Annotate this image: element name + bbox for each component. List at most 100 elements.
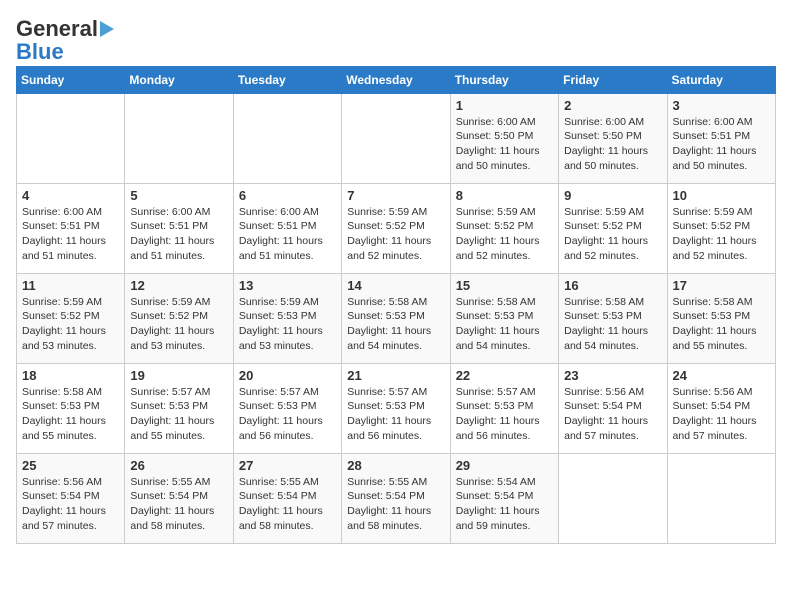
calendar-week-row: 4 Sunrise: 6:00 AM Sunset: 5:51 PM Daylig… — [17, 183, 776, 273]
day-number: 24 — [673, 368, 770, 383]
calendar-table: SundayMondayTuesdayWednesdayThursdayFrid… — [16, 66, 776, 544]
calendar-cell: 17Sunrise: 5:58 AM Sunset: 5:53 PM Dayli… — [667, 273, 775, 363]
calendar-cell: 27 Sunrise: 5:55 AM Sunset: 5:54 PM Dayli… — [233, 453, 341, 543]
calendar-cell: 26 Sunrise: 5:55 AM Sunset: 5:54 PM Dayli… — [125, 453, 233, 543]
calendar-cell: 2 Sunrise: 6:00 AM Sunset: 5:50 PM Daylig… — [559, 93, 667, 183]
calendar-cell — [233, 93, 341, 183]
day-number: 15 — [456, 278, 553, 293]
day-number: 4 — [22, 188, 119, 203]
day-detail: Sunrise: 5:58 AM Sunset: 5:53 PM Dayligh… — [673, 295, 770, 354]
day-number: 1 — [456, 98, 553, 113]
calendar-cell — [667, 453, 775, 543]
day-number: 3 — [673, 98, 770, 113]
calendar-cell: 7 Sunrise: 5:59 AM Sunset: 5:52 PM Daylig… — [342, 183, 450, 273]
calendar-cell — [17, 93, 125, 183]
day-number: 29 — [456, 458, 553, 473]
calendar-cell: 5 Sunrise: 6:00 AM Sunset: 5:51 PM Daylig… — [125, 183, 233, 273]
calendar-cell: 10 Sunrise: 5:59 AM Sunset: 5:52 PM Dayli… — [667, 183, 775, 273]
day-detail: Sunrise: 5:55 AM Sunset: 5:54 PM Dayligh… — [347, 475, 444, 534]
logo-arrow-icon — [100, 21, 114, 37]
calendar-cell: 3 Sunrise: 6:00 AM Sunset: 5:51 PM Daylig… — [667, 93, 775, 183]
day-number: 9 — [564, 188, 661, 203]
calendar-cell: 9 Sunrise: 5:59 AM Sunset: 5:52 PM Daylig… — [559, 183, 667, 273]
logo-blue: Blue — [16, 42, 64, 62]
calendar-cell: 13Sunrise: 5:59 AM Sunset: 5:53 PM Dayli… — [233, 273, 341, 363]
day-number: 11 — [22, 278, 119, 293]
calendar-cell: 8 Sunrise: 5:59 AM Sunset: 5:52 PM Daylig… — [450, 183, 558, 273]
page-header: General Blue — [16, 16, 776, 62]
calendar-cell: 22 Sunrise: 5:57 AM Sunset: 5:53 PM Dayli… — [450, 363, 558, 453]
day-number: 22 — [456, 368, 553, 383]
day-detail: Sunrise: 5:57 AM Sunset: 5:53 PM Dayligh… — [456, 385, 553, 444]
calendar-cell — [125, 93, 233, 183]
day-detail: Sunrise: 6:00 AM Sunset: 5:51 PM Dayligh… — [239, 205, 336, 264]
column-header-tuesday: Tuesday — [233, 66, 341, 93]
day-number: 26 — [130, 458, 227, 473]
day-number: 8 — [456, 188, 553, 203]
day-detail: Sunrise: 5:59 AM Sunset: 5:53 PM Dayligh… — [239, 295, 336, 354]
day-detail: Sunrise: 6:00 AM Sunset: 5:51 PM Dayligh… — [673, 115, 770, 174]
calendar-week-row: 1 Sunrise: 6:00 AM Sunset: 5:50 PM Daylig… — [17, 93, 776, 183]
calendar-cell: 20 Sunrise: 5:57 AM Sunset: 5:53 PM Dayli… — [233, 363, 341, 453]
day-number: 18 — [22, 368, 119, 383]
day-detail: Sunrise: 5:59 AM Sunset: 5:52 PM Dayligh… — [456, 205, 553, 264]
day-number: 7 — [347, 188, 444, 203]
calendar-week-row: 18 Sunrise: 5:58 AM Sunset: 5:53 PM Dayli… — [17, 363, 776, 453]
day-number: 6 — [239, 188, 336, 203]
day-detail: Sunrise: 5:57 AM Sunset: 5:53 PM Dayligh… — [347, 385, 444, 444]
day-number: 23 — [564, 368, 661, 383]
calendar-cell: 29 Sunrise: 5:54 AM Sunset: 5:54 PM Dayli… — [450, 453, 558, 543]
day-detail: Sunrise: 5:59 AM Sunset: 5:52 PM Dayligh… — [347, 205, 444, 264]
day-detail: Sunrise: 5:57 AM Sunset: 5:53 PM Dayligh… — [130, 385, 227, 444]
calendar-cell: 1 Sunrise: 6:00 AM Sunset: 5:50 PM Daylig… — [450, 93, 558, 183]
calendar-cell: 4Sunrise: 6:00 AM Sunset: 5:51 PM Daylig… — [17, 183, 125, 273]
day-detail: Sunrise: 6:00 AM Sunset: 5:50 PM Dayligh… — [456, 115, 553, 174]
calendar-cell: 28 Sunrise: 5:55 AM Sunset: 5:54 PM Dayli… — [342, 453, 450, 543]
day-number: 20 — [239, 368, 336, 383]
day-detail: Sunrise: 5:56 AM Sunset: 5:54 PM Dayligh… — [22, 475, 119, 534]
column-header-thursday: Thursday — [450, 66, 558, 93]
calendar-cell: 16 Sunrise: 5:58 AM Sunset: 5:53 PM Dayli… — [559, 273, 667, 363]
calendar-week-row: 11Sunrise: 5:59 AM Sunset: 5:52 PM Dayli… — [17, 273, 776, 363]
day-detail: Sunrise: 6:00 AM Sunset: 5:51 PM Dayligh… — [130, 205, 227, 264]
day-number: 27 — [239, 458, 336, 473]
calendar-cell: 14Sunrise: 5:58 AM Sunset: 5:53 PM Dayli… — [342, 273, 450, 363]
day-number: 14 — [347, 278, 444, 293]
day-number: 10 — [673, 188, 770, 203]
calendar-cell: 11Sunrise: 5:59 AM Sunset: 5:52 PM Dayli… — [17, 273, 125, 363]
calendar-cell: 25 Sunrise: 5:56 AM Sunset: 5:54 PM Dayli… — [17, 453, 125, 543]
day-number: 12 — [130, 278, 227, 293]
column-header-sunday: Sunday — [17, 66, 125, 93]
calendar-cell: 19Sunrise: 5:57 AM Sunset: 5:53 PM Dayli… — [125, 363, 233, 453]
calendar-cell: 23 Sunrise: 5:56 AM Sunset: 5:54 PM Dayli… — [559, 363, 667, 453]
day-number: 25 — [22, 458, 119, 473]
logo: General Blue — [16, 16, 114, 62]
day-detail: Sunrise: 5:55 AM Sunset: 5:54 PM Dayligh… — [239, 475, 336, 534]
column-header-wednesday: Wednesday — [342, 66, 450, 93]
column-header-saturday: Saturday — [667, 66, 775, 93]
calendar-header-row: SundayMondayTuesdayWednesdayThursdayFrid… — [17, 66, 776, 93]
day-detail: Sunrise: 5:54 AM Sunset: 5:54 PM Dayligh… — [456, 475, 553, 534]
day-detail: Sunrise: 5:59 AM Sunset: 5:52 PM Dayligh… — [673, 205, 770, 264]
column-header-friday: Friday — [559, 66, 667, 93]
day-number: 2 — [564, 98, 661, 113]
day-number: 28 — [347, 458, 444, 473]
calendar-cell — [559, 453, 667, 543]
calendar-cell — [342, 93, 450, 183]
calendar-cell: 24 Sunrise: 5:56 AM Sunset: 5:54 PM Dayli… — [667, 363, 775, 453]
day-detail: Sunrise: 5:57 AM Sunset: 5:53 PM Dayligh… — [239, 385, 336, 444]
day-number: 16 — [564, 278, 661, 293]
calendar-week-row: 25 Sunrise: 5:56 AM Sunset: 5:54 PM Dayli… — [17, 453, 776, 543]
day-detail: Sunrise: 5:56 AM Sunset: 5:54 PM Dayligh… — [564, 385, 661, 444]
day-number: 5 — [130, 188, 227, 203]
column-header-monday: Monday — [125, 66, 233, 93]
calendar-cell: 6 Sunrise: 6:00 AM Sunset: 5:51 PM Daylig… — [233, 183, 341, 273]
calendar-cell: 21Sunrise: 5:57 AM Sunset: 5:53 PM Dayli… — [342, 363, 450, 453]
day-detail: Sunrise: 6:00 AM Sunset: 5:50 PM Dayligh… — [564, 115, 661, 174]
day-detail: Sunrise: 5:59 AM Sunset: 5:52 PM Dayligh… — [564, 205, 661, 264]
day-detail: Sunrise: 5:58 AM Sunset: 5:53 PM Dayligh… — [22, 385, 119, 444]
calendar-cell: 18 Sunrise: 5:58 AM Sunset: 5:53 PM Dayli… — [17, 363, 125, 453]
day-detail: Sunrise: 5:55 AM Sunset: 5:54 PM Dayligh… — [130, 475, 227, 534]
day-detail: Sunrise: 5:58 AM Sunset: 5:53 PM Dayligh… — [564, 295, 661, 354]
day-detail: Sunrise: 5:56 AM Sunset: 5:54 PM Dayligh… — [673, 385, 770, 444]
